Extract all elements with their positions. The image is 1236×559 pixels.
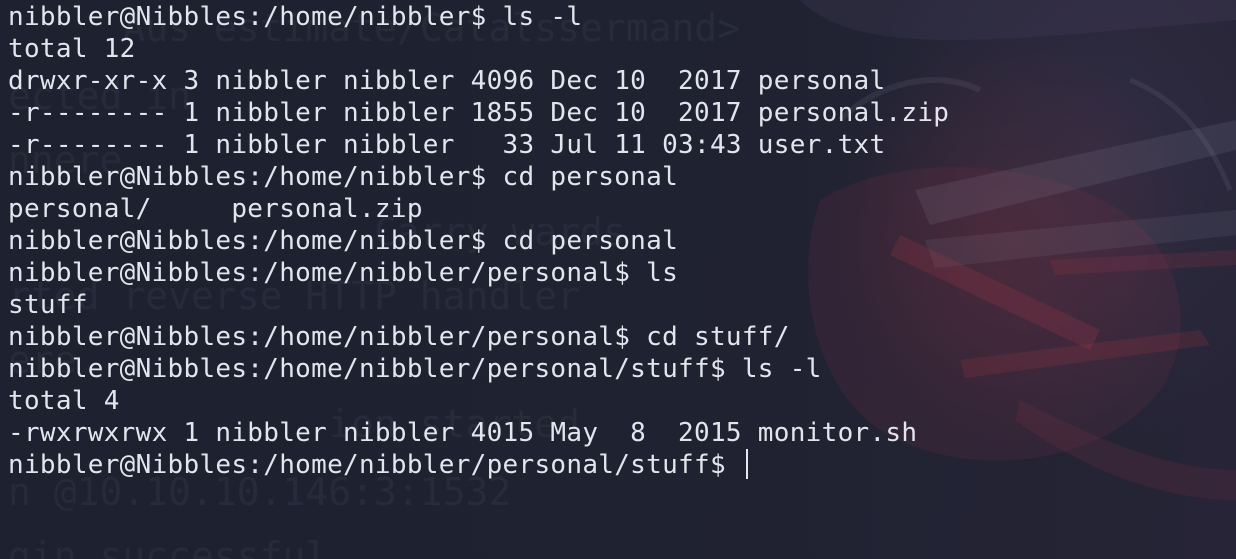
terminal-window[interactable]: Aus estimate/Catalssermand> ected in nne… [0, 0, 1236, 559]
text-cursor [745, 449, 748, 479]
terminal-line: nibbler@Nibbles:/home/nibbler$ ls -l [8, 2, 583, 32]
terminal-line: nibbler@Nibbles:/home/nibbler/personal$ … [8, 258, 679, 288]
terminal-line: -r-------- 1 nibbler nibbler 1855 Dec 10… [8, 98, 950, 128]
terminal-line: stuff [8, 290, 88, 320]
terminal-line: nibbler@Nibbles:/home/nibbler/personal$ … [8, 322, 790, 352]
terminal-line: personal/ personal.zip [8, 194, 423, 224]
terminal-line: total 12 [8, 34, 136, 64]
terminal-line: -rwxrwxrwx 1 nibbler nibbler 4015 May 8 … [8, 418, 918, 448]
terminal-line: nibbler@Nibbles:/home/nibbler$ cd person… [8, 226, 679, 256]
terminal-output: nibbler@Nibbles:/home/nibbler$ ls -l tot… [8, 1, 949, 481]
terminal-line: nibbler@Nibbles:/home/nibbler/personal/s… [8, 354, 822, 384]
shell-prompt: nibbler@Nibbles:/home/nibbler/personal/s… [8, 450, 742, 480]
terminal-line: drwxr-xr-x 3 nibbler nibbler 4096 Dec 10… [8, 66, 886, 96]
terminal-line: -r-------- 1 nibbler nibbler 33 Jul 11 0… [8, 130, 886, 160]
terminal-line: total 4 [8, 386, 120, 416]
terminal-input-line[interactable]: nibbler@Nibbles:/home/nibbler/personal/s… [8, 449, 949, 481]
terminal-line: nibbler@Nibbles:/home/nibbler$ cd person… [8, 162, 679, 192]
